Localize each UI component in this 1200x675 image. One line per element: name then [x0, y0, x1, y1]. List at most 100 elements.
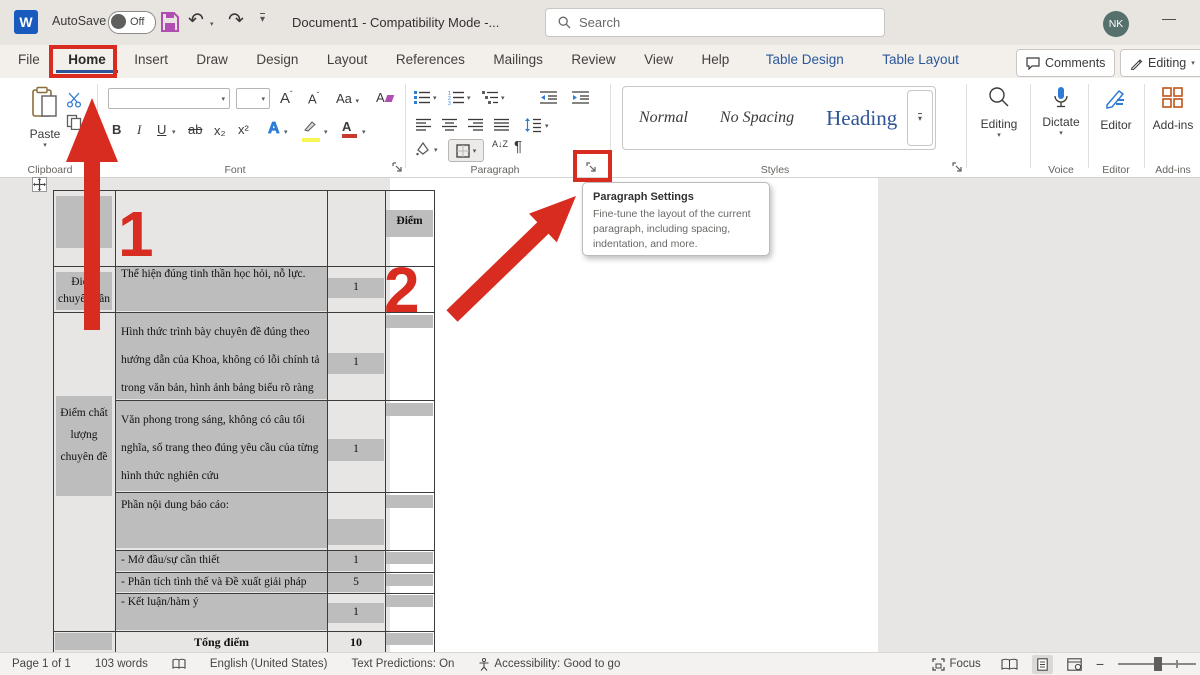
table-cell-shading	[386, 595, 433, 607]
cut-icon[interactable]	[66, 92, 82, 108]
quick-access-overflow-icon[interactable]: ▾	[260, 13, 265, 25]
paste-button[interactable]: Paste ▾	[22, 86, 68, 149]
table-border	[115, 190, 116, 652]
editor-button[interactable]: Editor	[1092, 86, 1140, 132]
redo-button[interactable]: ↷	[228, 9, 244, 32]
highlighter-icon	[302, 121, 318, 133]
strikethrough-button[interactable]: ab	[188, 122, 202, 137]
shading-chevron-icon[interactable]: ▾	[434, 146, 438, 154]
tab-help[interactable]: Help	[690, 45, 742, 73]
font-dialog-launcher-icon[interactable]	[392, 162, 403, 173]
font-size-combobox[interactable]: ▾	[236, 88, 270, 109]
tab-file[interactable]: File	[6, 45, 52, 73]
table-border	[115, 492, 435, 493]
avatar[interactable]: NK	[1103, 11, 1129, 37]
shading-icon[interactable]	[414, 141, 432, 157]
editing-mode-button[interactable]: Editing ▾	[1120, 49, 1200, 77]
gallery-more-icon: ▾	[918, 113, 922, 123]
line-spacing-chevron-icon[interactable]: ▾	[545, 122, 549, 130]
save-icon[interactable]	[160, 11, 180, 33]
decrease-indent-icon[interactable]	[540, 90, 558, 105]
line-spacing-icon[interactable]	[524, 117, 542, 133]
multilevel-list-icon[interactable]	[482, 90, 499, 105]
search-box[interactable]: Search	[545, 8, 885, 37]
zoom-slider-handle[interactable]	[1154, 657, 1162, 671]
increase-indent-icon[interactable]	[572, 90, 590, 105]
focus-button[interactable]: Focus	[932, 658, 980, 671]
justify-icon[interactable]	[494, 118, 510, 132]
pilcrow-button[interactable]: ¶	[514, 138, 522, 155]
tab-view[interactable]: View	[632, 45, 685, 73]
bold-button[interactable]: B	[112, 122, 121, 137]
tab-mailings[interactable]: Mailings	[481, 45, 555, 73]
page-indicator[interactable]: Page 1 of 1	[12, 658, 71, 670]
align-center-icon[interactable]	[442, 118, 458, 132]
dictate-button[interactable]: Dictate ▾	[1036, 86, 1086, 137]
undo-button[interactable]: ↶	[188, 9, 204, 32]
copy-icon[interactable]	[66, 114, 82, 130]
autosave-toggle[interactable]: Off	[108, 11, 156, 34]
bullet-list-chevron-icon[interactable]: ▾	[433, 94, 437, 102]
minimize-button[interactable]: —	[1162, 10, 1176, 26]
change-case-button[interactable]: Aa ▾	[336, 91, 359, 106]
text-predictions[interactable]: Text Predictions: On	[352, 658, 455, 670]
font-color-chevron-icon[interactable]: ▾	[362, 128, 366, 136]
tab-review[interactable]: Review	[559, 45, 627, 73]
underline-chevron-icon[interactable]: ▾	[172, 128, 176, 136]
tab-references[interactable]: References	[384, 45, 477, 73]
grow-font-button[interactable]: Aˆ	[280, 90, 293, 107]
align-left-icon[interactable]	[416, 118, 432, 132]
proofing-icon[interactable]	[172, 658, 186, 670]
undo-chevron-icon[interactable]: ▾	[210, 20, 214, 28]
styles-dialog-launcher-icon[interactable]	[952, 162, 963, 173]
style-no-spacing[interactable]: No Spacing	[704, 109, 810, 127]
tab-layout[interactable]: Layout	[315, 45, 380, 73]
table-move-handle-icon[interactable]	[32, 177, 47, 192]
table-category-1: Điểm chuyên cần	[56, 274, 112, 308]
numbered-list-icon[interactable]: 123	[448, 90, 465, 105]
tab-design[interactable]: Design	[244, 45, 310, 73]
language-indicator[interactable]: English (United States)	[210, 658, 328, 670]
tab-draw[interactable]: Draw	[184, 45, 240, 73]
editor-group-label: Editor	[1092, 164, 1140, 176]
text-effects-button[interactable]: A	[268, 120, 280, 138]
comments-button[interactable]: Comments	[1016, 49, 1115, 77]
table-border	[434, 190, 435, 652]
annotation-step-1: 1	[118, 202, 154, 266]
highlight-button[interactable]	[302, 120, 320, 142]
shrink-font-button[interactable]: Aˇ	[308, 91, 319, 106]
accessibility-status[interactable]: Accessibility: Good to go	[478, 658, 620, 671]
style-normal[interactable]: Normal	[623, 109, 704, 127]
align-right-icon[interactable]	[468, 118, 484, 132]
font-name-combobox[interactable]: ▾	[108, 88, 230, 109]
zoom-slider[interactable]	[1118, 657, 1196, 671]
zoom-out-button[interactable]: −	[1096, 656, 1104, 672]
multilevel-list-chevron-icon[interactable]: ▾	[501, 94, 505, 102]
read-mode-button[interactable]	[1001, 658, 1018, 671]
print-layout-button[interactable]	[1032, 655, 1053, 674]
underline-button[interactable]: U	[157, 122, 166, 137]
style-heading[interactable]: Heading	[810, 106, 913, 131]
editing-group-button[interactable]: Editing ▾	[972, 86, 1026, 139]
highlight-chevron-icon[interactable]: ▾	[324, 128, 328, 136]
numbered-list-chevron-icon[interactable]: ▾	[467, 94, 471, 102]
clear-formatting-button[interactable]: A	[376, 90, 393, 105]
borders-button[interactable]: ▾	[448, 139, 484, 162]
sort-button[interactable]: A↓Z	[492, 140, 508, 149]
word-logo-icon[interactable]: W	[14, 10, 38, 34]
web-layout-button[interactable]	[1067, 658, 1082, 671]
find-icon	[988, 86, 1010, 108]
word-count[interactable]: 103 words	[95, 658, 148, 670]
font-color-button[interactable]: A	[342, 119, 357, 138]
bullet-list-icon[interactable]	[414, 90, 431, 105]
addins-button[interactable]: Add-ins	[1148, 86, 1198, 132]
italic-button[interactable]: I	[137, 122, 141, 138]
tab-insert[interactable]: Insert	[122, 45, 180, 73]
table-row-desc: - Kết luận/hàm ý	[121, 596, 351, 608]
tab-table-layout[interactable]: Table Layout	[870, 45, 971, 73]
text-effects-chevron-icon[interactable]: ▾	[284, 128, 288, 136]
subscript-button[interactable]: x₂	[214, 123, 226, 138]
superscript-button[interactable]: x²	[238, 122, 249, 137]
styles-gallery-more-button[interactable]: ▾	[907, 90, 933, 146]
tab-table-design[interactable]: Table Design	[754, 45, 856, 73]
